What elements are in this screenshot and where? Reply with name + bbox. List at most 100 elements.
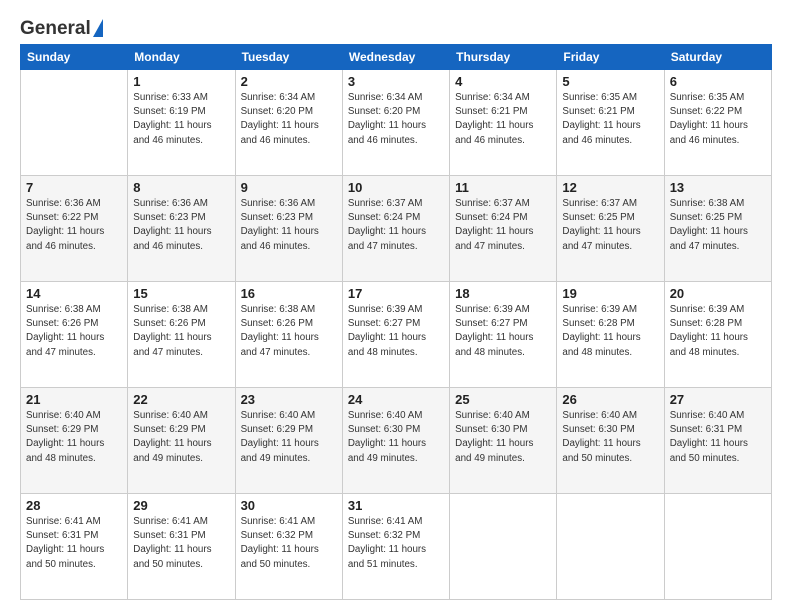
weekday-header-row: SundayMondayTuesdayWednesdayThursdayFrid… — [21, 45, 772, 70]
logo: General — [20, 18, 103, 36]
day-number: 31 — [348, 498, 444, 513]
calendar-cell — [21, 70, 128, 176]
calendar-cell: 30 Sunrise: 6:41 AMSunset: 6:32 PMDayligh… — [235, 494, 342, 600]
day-number: 30 — [241, 498, 337, 513]
calendar-cell: 14 Sunrise: 6:38 AMSunset: 6:26 PMDayligh… — [21, 282, 128, 388]
calendar-week-row: 21 Sunrise: 6:40 AMSunset: 6:29 PMDayligh… — [21, 388, 772, 494]
day-info: Sunrise: 6:39 AMSunset: 6:27 PMDaylight:… — [348, 303, 444, 360]
calendar-cell: 3 Sunrise: 6:34 AMSunset: 6:20 PMDaylight… — [342, 70, 449, 176]
day-number: 16 — [241, 286, 337, 301]
day-info: Sunrise: 6:34 AMSunset: 6:20 PMDaylight:… — [241, 91, 337, 148]
day-number: 21 — [26, 392, 122, 407]
day-info: Sunrise: 6:40 AMSunset: 6:30 PMDaylight:… — [562, 409, 658, 466]
calendar-cell: 10 Sunrise: 6:37 AMSunset: 6:24 PMDayligh… — [342, 176, 449, 282]
calendar-week-row: 1 Sunrise: 6:33 AMSunset: 6:19 PMDaylight… — [21, 70, 772, 176]
calendar-cell: 15Sunrise: 6:38 AMSunset: 6:26 PMDayligh… — [128, 282, 235, 388]
day-info: Sunrise: 6:39 AMSunset: 6:28 PMDaylight:… — [562, 303, 658, 360]
logo-mark: General — [20, 18, 103, 40]
day-info: Sunrise: 6:40 AMSunset: 6:29 PMDaylight:… — [26, 409, 122, 466]
calendar-cell: 11Sunrise: 6:37 AMSunset: 6:24 PMDayligh… — [450, 176, 557, 282]
day-number: 4 — [455, 74, 551, 89]
day-number: 14 — [26, 286, 122, 301]
weekday-header-saturday: Saturday — [664, 45, 771, 70]
weekday-header-thursday: Thursday — [450, 45, 557, 70]
day-number: 17 — [348, 286, 444, 301]
calendar-cell: 8 Sunrise: 6:36 AMSunset: 6:23 PMDaylight… — [128, 176, 235, 282]
day-number: 9 — [241, 180, 337, 195]
day-number: 1 — [133, 74, 229, 89]
day-info: Sunrise: 6:34 AMSunset: 6:20 PMDaylight:… — [348, 91, 444, 148]
day-info: Sunrise: 6:38 AMSunset: 6:26 PMDaylight:… — [241, 303, 337, 360]
day-info: Sunrise: 6:40 AMSunset: 6:31 PMDaylight:… — [670, 409, 766, 466]
calendar-cell: 21 Sunrise: 6:40 AMSunset: 6:29 PMDayligh… — [21, 388, 128, 494]
day-info: Sunrise: 6:41 AMSunset: 6:31 PMDaylight:… — [26, 515, 122, 572]
day-info: Sunrise: 6:36 AMSunset: 6:23 PMDaylight:… — [133, 197, 229, 254]
day-number: 25 — [455, 392, 551, 407]
day-info: Sunrise: 6:35 AMSunset: 6:22 PMDaylight:… — [670, 91, 766, 148]
calendar-cell: 26 Sunrise: 6:40 AMSunset: 6:30 PMDayligh… — [557, 388, 664, 494]
day-number: 7 — [26, 180, 122, 195]
day-number: 6 — [670, 74, 766, 89]
day-number: 12 — [562, 180, 658, 195]
logo-triangle-icon — [93, 19, 103, 37]
day-number: 18 — [455, 286, 551, 301]
day-number: 27 — [670, 392, 766, 407]
page: General SundayMondayTuesdayWednesdayThur… — [0, 0, 792, 612]
day-info: Sunrise: 6:40 AMSunset: 6:30 PMDaylight:… — [348, 409, 444, 466]
calendar-cell: 29 Sunrise: 6:41 AMSunset: 6:31 PMDayligh… — [128, 494, 235, 600]
weekday-header-tuesday: Tuesday — [235, 45, 342, 70]
calendar-table: SundayMondayTuesdayWednesdayThursdayFrid… — [20, 44, 772, 600]
calendar-cell: 1 Sunrise: 6:33 AMSunset: 6:19 PMDaylight… — [128, 70, 235, 176]
calendar-cell: 25 Sunrise: 6:40 AMSunset: 6:30 PMDayligh… — [450, 388, 557, 494]
calendar-cell: 9 Sunrise: 6:36 AMSunset: 6:23 PMDaylight… — [235, 176, 342, 282]
day-number: 28 — [26, 498, 122, 513]
calendar-cell: 27 Sunrise: 6:40 AMSunset: 6:31 PMDayligh… — [664, 388, 771, 494]
calendar-cell: 7 Sunrise: 6:36 AMSunset: 6:22 PMDaylight… — [21, 176, 128, 282]
day-number: 11 — [455, 180, 551, 195]
day-info: Sunrise: 6:37 AMSunset: 6:24 PMDaylight:… — [348, 197, 444, 254]
day-info: Sunrise: 6:33 AMSunset: 6:19 PMDaylight:… — [133, 91, 229, 148]
weekday-header-wednesday: Wednesday — [342, 45, 449, 70]
calendar-cell: 20 Sunrise: 6:39 AMSunset: 6:28 PMDayligh… — [664, 282, 771, 388]
calendar-cell: 28 Sunrise: 6:41 AMSunset: 6:31 PMDayligh… — [21, 494, 128, 600]
day-number: 29 — [133, 498, 229, 513]
day-number: 20 — [670, 286, 766, 301]
calendar-cell: 12 Sunrise: 6:37 AMSunset: 6:25 PMDayligh… — [557, 176, 664, 282]
calendar-cell: 4 Sunrise: 6:34 AMSunset: 6:21 PMDaylight… — [450, 70, 557, 176]
weekday-header-monday: Monday — [128, 45, 235, 70]
day-info: Sunrise: 6:41 AMSunset: 6:31 PMDaylight:… — [133, 515, 229, 572]
calendar-cell: 18Sunrise: 6:39 AMSunset: 6:27 PMDayligh… — [450, 282, 557, 388]
calendar-week-row: 28 Sunrise: 6:41 AMSunset: 6:31 PMDayligh… — [21, 494, 772, 600]
calendar-cell: 17 Sunrise: 6:39 AMSunset: 6:27 PMDayligh… — [342, 282, 449, 388]
day-number: 15 — [133, 286, 229, 301]
calendar-cell: 23 Sunrise: 6:40 AMSunset: 6:29 PMDayligh… — [235, 388, 342, 494]
weekday-header-friday: Friday — [557, 45, 664, 70]
day-number: 3 — [348, 74, 444, 89]
day-info: Sunrise: 6:37 AMSunset: 6:25 PMDaylight:… — [562, 197, 658, 254]
weekday-header-sunday: Sunday — [21, 45, 128, 70]
day-info: Sunrise: 6:38 AMSunset: 6:26 PMDaylight:… — [26, 303, 122, 360]
calendar-cell: 19Sunrise: 6:39 AMSunset: 6:28 PMDayligh… — [557, 282, 664, 388]
day-info: Sunrise: 6:36 AMSunset: 6:22 PMDaylight:… — [26, 197, 122, 254]
day-number: 26 — [562, 392, 658, 407]
header: General — [20, 18, 772, 36]
day-info: Sunrise: 6:36 AMSunset: 6:23 PMDaylight:… — [241, 197, 337, 254]
day-number: 2 — [241, 74, 337, 89]
day-info: Sunrise: 6:34 AMSunset: 6:21 PMDaylight:… — [455, 91, 551, 148]
day-number: 10 — [348, 180, 444, 195]
day-info: Sunrise: 6:38 AMSunset: 6:25 PMDaylight:… — [670, 197, 766, 254]
day-info: Sunrise: 6:40 AMSunset: 6:29 PMDaylight:… — [241, 409, 337, 466]
calendar-week-row: 7 Sunrise: 6:36 AMSunset: 6:22 PMDaylight… — [21, 176, 772, 282]
day-number: 8 — [133, 180, 229, 195]
calendar-cell: 22Sunrise: 6:40 AMSunset: 6:29 PMDayligh… — [128, 388, 235, 494]
day-info: Sunrise: 6:35 AMSunset: 6:21 PMDaylight:… — [562, 91, 658, 148]
calendar-cell: 16 Sunrise: 6:38 AMSunset: 6:26 PMDayligh… — [235, 282, 342, 388]
day-number: 22 — [133, 392, 229, 407]
day-info: Sunrise: 6:39 AMSunset: 6:28 PMDaylight:… — [670, 303, 766, 360]
day-number: 23 — [241, 392, 337, 407]
day-info: Sunrise: 6:41 AMSunset: 6:32 PMDaylight:… — [241, 515, 337, 572]
day-info: Sunrise: 6:41 AMSunset: 6:32 PMDaylight:… — [348, 515, 444, 572]
calendar-cell — [664, 494, 771, 600]
day-info: Sunrise: 6:40 AMSunset: 6:30 PMDaylight:… — [455, 409, 551, 466]
day-number: 13 — [670, 180, 766, 195]
